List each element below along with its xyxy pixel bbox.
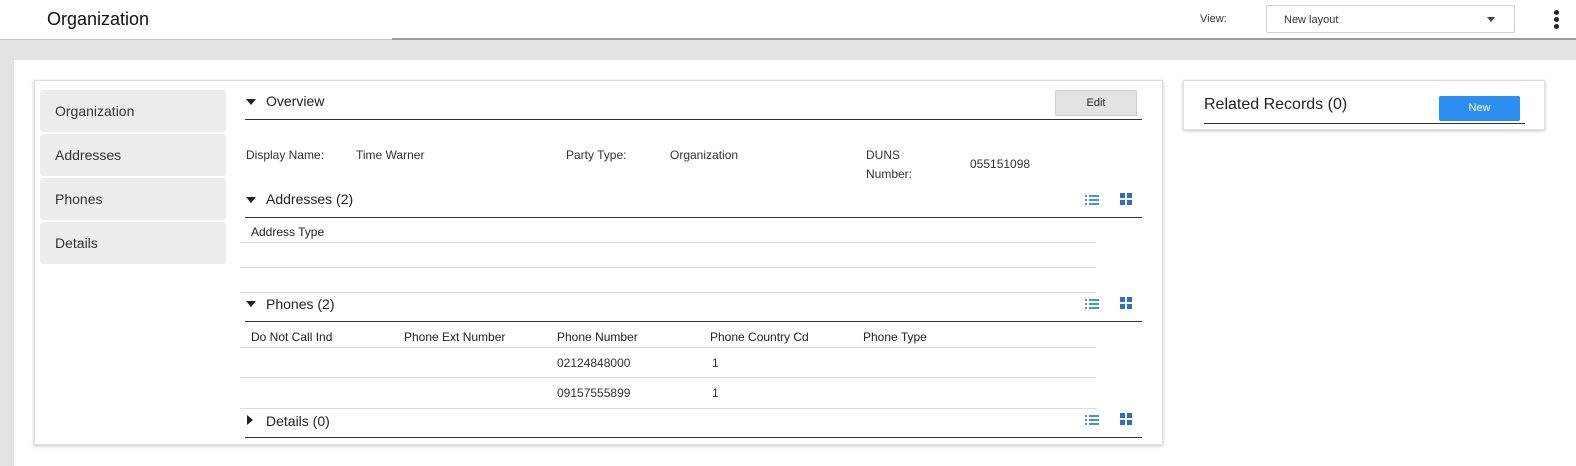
- phones-title: Phones (2): [266, 296, 335, 312]
- table-divider: [240, 347, 1096, 348]
- col-address-type: Address Type: [251, 225, 325, 239]
- phone-country-cell: 1: [712, 386, 719, 400]
- kebab-menu-icon[interactable]: [1550, 10, 1562, 32]
- grid-view-icon[interactable]: [1119, 297, 1133, 309]
- col-phone-ext-number: Phone Ext Number: [404, 330, 506, 344]
- overview-section-header[interactable]: Overview: [245, 90, 1142, 120]
- phone-number-cell: 02124848000: [557, 356, 631, 370]
- nav-item-phones[interactable]: Phones: [40, 178, 226, 220]
- duns-value: 055151098: [970, 157, 1031, 171]
- overview-title: Overview: [266, 93, 325, 109]
- related-records-title: Related Records (0): [1204, 96, 1348, 113]
- phones-section-header[interactable]: Phones (2): [245, 292, 1142, 322]
- collapse-triangle-icon[interactable]: [246, 99, 256, 105]
- nav-item-organization[interactable]: Organization: [40, 90, 226, 132]
- expand-triangle-icon[interactable]: [247, 415, 253, 425]
- edit-button[interactable]: Edit: [1055, 90, 1137, 116]
- page-title: Organization: [47, 9, 150, 29]
- duns-label-line1: DUNS: [866, 148, 901, 162]
- list-view-icon[interactable]: [1085, 414, 1099, 426]
- layout-select-value: New layout: [1284, 14, 1339, 26]
- caret-down-icon: [1487, 17, 1495, 22]
- addresses-title: Addresses (2): [266, 191, 354, 207]
- details-title: Details (0): [266, 413, 330, 429]
- display-name-value: Time Warner: [356, 148, 425, 162]
- table-divider: [240, 242, 1096, 243]
- view-label: View:: [1200, 13, 1227, 25]
- party-type-value: Organization: [670, 148, 739, 162]
- collapse-triangle-icon[interactable]: [246, 197, 256, 203]
- nav-item-addresses[interactable]: Addresses: [40, 134, 226, 176]
- collapse-triangle-icon[interactable]: [246, 301, 256, 307]
- grid-view-icon[interactable]: [1119, 193, 1133, 205]
- nav-item-details[interactable]: Details: [40, 222, 226, 264]
- phone-number-cell: 09157555899: [557, 386, 631, 400]
- addresses-section-header[interactable]: Addresses (2): [245, 187, 1142, 218]
- table-divider: [240, 377, 1096, 378]
- display-name-label: Display Name:: [246, 148, 325, 162]
- list-view-icon[interactable]: [1085, 298, 1099, 310]
- top-bar: Organization View: New layout: [0, 0, 1576, 40]
- list-view-icon[interactable]: [1085, 194, 1099, 206]
- layout-select[interactable]: New layout: [1266, 5, 1515, 33]
- phone-country-cell: 1: [712, 356, 719, 370]
- new-related-record-button[interactable]: New: [1439, 96, 1520, 121]
- details-section-header[interactable]: Details (0): [245, 408, 1142, 438]
- grid-view-icon[interactable]: [1119, 413, 1133, 425]
- table-divider: [240, 267, 1096, 268]
- party-type-label: Party Type:: [566, 148, 627, 162]
- related-records-divider: [1204, 123, 1525, 124]
- col-do-not-call-ind: Do Not Call Ind: [251, 330, 333, 344]
- col-phone-type: Phone Type: [863, 330, 927, 344]
- col-phone-number: Phone Number: [557, 330, 638, 344]
- col-phone-country-cd: Phone Country Cd: [710, 330, 809, 344]
- duns-label-line2: Number:: [866, 167, 913, 181]
